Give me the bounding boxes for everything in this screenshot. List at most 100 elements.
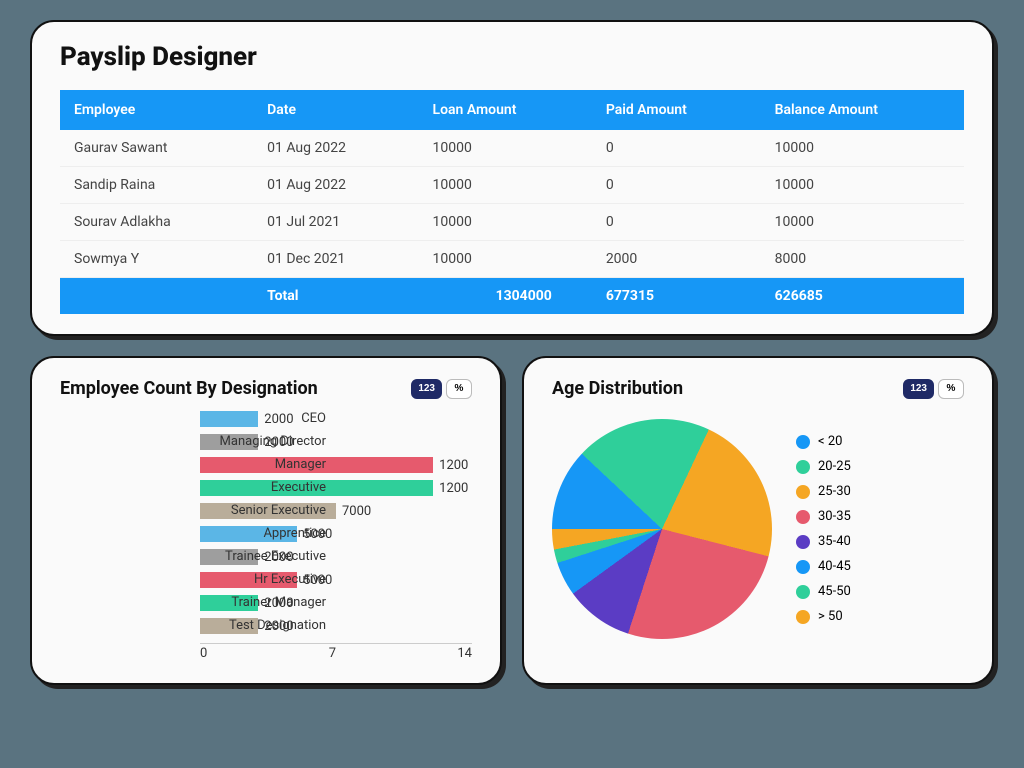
cell-balance: 8000 — [761, 241, 964, 278]
bar-row: Hr Executive5000 — [200, 570, 472, 590]
bar-row: Test Designation2000 — [200, 616, 472, 636]
bar-category-label: Trainer Manager — [200, 593, 332, 613]
bar-category-label: Hr Executive — [200, 570, 332, 590]
legend-label: 30-35 — [818, 509, 851, 524]
th-balance: Balance Amount — [761, 90, 964, 130]
legend-swatch — [796, 535, 810, 549]
bar-row: Executive1200 — [200, 478, 472, 498]
legend-label: 45-50 — [818, 584, 851, 599]
age-distribution-card: Age Distribution 123 % < 20 20-25 25-30 30-… — [522, 356, 994, 685]
legend-label: 35-40 — [818, 534, 851, 549]
legend-label: 40-45 — [818, 559, 851, 574]
table-header-row: Employee Date Loan Amount Paid Amount Ba… — [60, 90, 964, 130]
cell-paid: 0 — [592, 130, 761, 167]
cell-employee: Sandip Raina — [60, 167, 253, 204]
legend-label: 20-25 — [818, 459, 851, 474]
legend-swatch — [796, 585, 810, 599]
legend-swatch — [796, 610, 810, 624]
cell-loan: 10000 — [419, 130, 592, 167]
cell-loan: 10000 — [419, 241, 592, 278]
cell-date: 01 Dec 2021 — [253, 241, 418, 278]
x-tick: 0 — [200, 646, 207, 663]
legend-item: 30-35 — [796, 509, 851, 524]
payslip-designer-card: Payslip Designer Employee Date Loan Amou… — [30, 20, 994, 336]
th-employee: Employee — [60, 90, 253, 130]
cell-date: 01 Aug 2022 — [253, 167, 418, 204]
legend-swatch — [796, 460, 810, 474]
total-loan: 1304000 — [419, 278, 592, 315]
bar-row: CEO2000 — [200, 409, 472, 429]
bar-row: Senior Executive 7000 — [200, 501, 472, 521]
employee-count-card: Employee Count By Designation 123 % CEO2… — [30, 356, 502, 685]
legend-item: 40-45 — [796, 559, 851, 574]
x-tick: 7 — [329, 646, 336, 663]
bar-row: Apprentice5000 — [200, 524, 472, 544]
table-row: Sandip Raina01 Aug 202210000010000 — [60, 167, 964, 204]
bar-category-label: Trainee Executive — [200, 547, 332, 567]
legend-swatch — [796, 510, 810, 524]
bar-value-label: 1200 — [439, 458, 468, 473]
cell-loan: 10000 — [419, 167, 592, 204]
table-row: Sowmya Y01 Dec 20211000020008000 — [60, 241, 964, 278]
cell-balance: 10000 — [761, 204, 964, 241]
legend-item: > 50 — [796, 609, 851, 624]
bar-value-label: 7000 — [342, 504, 371, 519]
cell-employee: Gaurav Sawant — [60, 130, 253, 167]
bar-row: Trainee Executive2000 — [200, 547, 472, 567]
bar-category-label: Manager — [200, 455, 332, 475]
bar-x-axis: 0 7 14 — [200, 643, 472, 663]
cell-loan: 10000 — [419, 204, 592, 241]
legend-item: 20-25 — [796, 459, 851, 474]
bar-category-label: Test Designation — [200, 616, 332, 636]
bar-category-label: Managing Director — [200, 432, 332, 452]
pie-percent-toggle[interactable]: % — [938, 379, 964, 399]
th-loan: Loan Amount — [419, 90, 592, 130]
legend-label: > 50 — [818, 609, 843, 624]
cell-paid: 0 — [592, 204, 761, 241]
bar-row: Managing Director2000 — [200, 432, 472, 452]
th-paid: Paid Amount — [592, 90, 761, 130]
legend-item: 25-30 — [796, 484, 851, 499]
cell-date: 01 Aug 2022 — [253, 130, 418, 167]
bar-chart: CEO2000Managing Director2000Manager1200E… — [60, 409, 472, 663]
cell-employee: Sourav Adlakha — [60, 204, 253, 241]
pie-legend: < 20 20-25 25-30 30-35 35-40 40-45 45-50 > 50 — [796, 434, 851, 624]
bar-percent-toggle[interactable]: % — [446, 379, 472, 399]
cell-date: 01 Jul 2021 — [253, 204, 418, 241]
cell-balance: 10000 — [761, 167, 964, 204]
legend-label: < 20 — [818, 434, 842, 449]
pie-chart-title: Age Distribution — [552, 378, 683, 399]
total-paid: 677315 — [592, 278, 761, 315]
bar-row: Trainer Manager2000 — [200, 593, 472, 613]
bar-row: Manager 1200 — [200, 455, 472, 475]
bar-category-label: Senior Executive — [200, 501, 332, 521]
legend-item: < 20 — [796, 434, 851, 449]
bar-toggle-group: 123 % — [411, 379, 472, 399]
total-balance: 626685 — [761, 278, 964, 315]
bar-category-label: CEO — [200, 409, 332, 429]
cell-balance: 10000 — [761, 130, 964, 167]
loan-table: Employee Date Loan Amount Paid Amount Ba… — [60, 90, 964, 314]
table-row: Gaurav Sawant01 Aug 202210000010000 — [60, 130, 964, 167]
cell-paid: 2000 — [592, 241, 761, 278]
bar-category-label: Apprentice — [200, 524, 332, 544]
legend-label: 25-30 — [818, 484, 851, 499]
total-label: Total — [253, 278, 418, 315]
x-tick: 14 — [457, 646, 472, 663]
bar-chart-title: Employee Count By Designation — [60, 378, 318, 399]
th-date: Date — [253, 90, 418, 130]
legend-swatch — [796, 560, 810, 574]
bar-value-label: 1200 — [439, 481, 468, 496]
cell-paid: 0 — [592, 167, 761, 204]
table-row: Sourav Adlakha01 Jul 202110000010000 — [60, 204, 964, 241]
table-total-row: Total 1304000 677315 626685 — [60, 278, 964, 315]
legend-item: 45-50 — [796, 584, 851, 599]
pie-count-toggle[interactable]: 123 — [903, 379, 934, 399]
legend-item: 35-40 — [796, 534, 851, 549]
legend-swatch — [796, 485, 810, 499]
legend-swatch — [796, 435, 810, 449]
bar-count-toggle[interactable]: 123 — [411, 379, 442, 399]
pie-chart — [552, 419, 772, 639]
page-title: Payslip Designer — [60, 42, 964, 72]
pie-toggle-group: 123 % — [903, 379, 964, 399]
